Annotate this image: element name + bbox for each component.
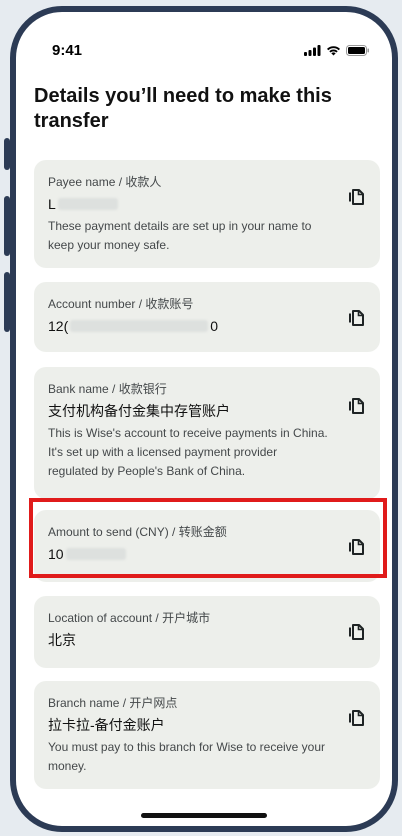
- highlight-box: [29, 498, 387, 578]
- branch-name-value: 拉卡拉-备付金账户: [48, 717, 165, 733]
- redacted-text: [57, 198, 118, 210]
- account-number-label: Account number / 收款账号: [48, 297, 194, 311]
- copy-icon[interactable]: [346, 621, 366, 641]
- payee-name-value: L: [48, 194, 330, 214]
- bank-name-card: Bank name / 收款银行 支付机构备付金集中存管账户 This is W…: [34, 367, 380, 499]
- account-number-value: 12( 0: [48, 316, 330, 336]
- battery-icon: [346, 44, 369, 56]
- status-time: 9:41: [52, 41, 83, 59]
- location-value: 北京: [48, 632, 76, 648]
- status-bar: 9:41: [16, 30, 392, 70]
- account-number-end: 0: [210, 318, 219, 334]
- home-indicator: [141, 813, 267, 818]
- account-number-start: 12(: [48, 318, 69, 334]
- cellular-signal-icon: [304, 44, 321, 56]
- payee-name-card: Payee name / 收款人 L These payment details…: [34, 160, 380, 268]
- copy-icon[interactable]: [346, 307, 366, 327]
- bank-name-description: This is Wise's account to receive paymen…: [48, 426, 328, 478]
- copy-icon[interactable]: [346, 707, 366, 727]
- location-label: Location of account / 开户城市: [48, 611, 211, 625]
- phone-frame: 9:41 Details you’ll need to make this tr…: [10, 6, 398, 832]
- bank-name-label: Bank name / 收款银行: [48, 382, 167, 396]
- status-icons: [304, 44, 370, 56]
- wifi-icon: [327, 45, 340, 55]
- account-number-card: Account number / 收款账号 12( 0: [34, 282, 380, 352]
- page-title: Details you’ll need to make this transfe…: [34, 85, 332, 132]
- payee-name-label: Payee name / 收款人: [48, 175, 162, 189]
- bank-name-value: 支付机构备付金集中存管账户: [48, 403, 230, 419]
- redacted-text: [70, 320, 209, 332]
- branch-name-card: Branch name / 开户网点 拉卡拉-备付金账户 You must pa…: [34, 681, 380, 789]
- copy-icon[interactable]: [346, 395, 366, 415]
- location-card: Location of account / 开户城市 北京: [34, 596, 380, 668]
- branch-name-label: Branch name / 开户网点: [48, 696, 178, 710]
- branch-name-description: You must pay to this branch for Wise to …: [48, 740, 326, 773]
- copy-icon[interactable]: [346, 186, 366, 206]
- payee-name-text: L: [48, 196, 56, 212]
- payee-name-description: These payment details are set up in your…: [48, 219, 312, 252]
